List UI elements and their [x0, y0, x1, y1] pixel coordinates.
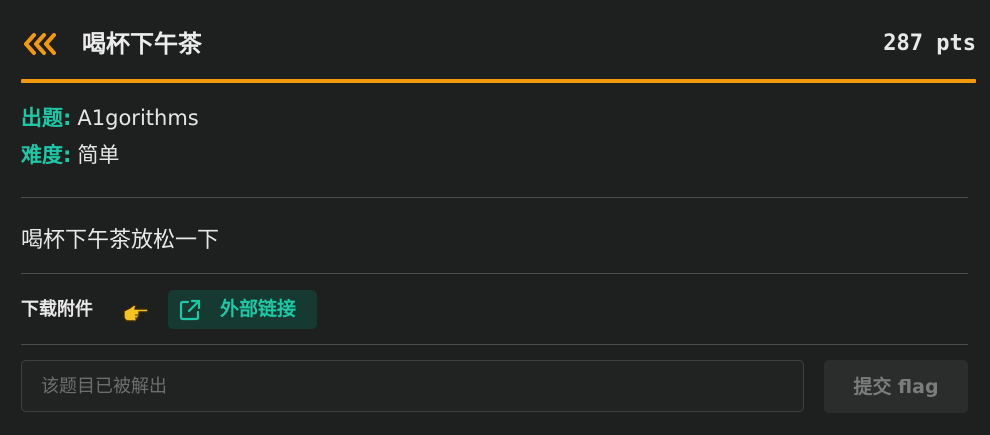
submit-flag-button[interactable]: 提交 flag	[824, 360, 968, 413]
challenge-title: 喝杯下午茶	[82, 30, 202, 58]
challenge-header: 喝杯下午茶 287 pts	[21, 22, 976, 68]
challenge-panel: 喝杯下午茶 287 pts 出题: A1gorithms 难度: 简单 喝杯下午茶放…	[0, 0, 990, 435]
hand-pointing-right-icon	[123, 304, 149, 323]
divider	[21, 273, 968, 274]
header-accent-bar	[21, 79, 976, 83]
attachments-label: 下载附件	[21, 299, 93, 320]
flag-input[interactable]	[21, 360, 804, 412]
author-value: A1gorithms	[77, 106, 199, 130]
author-label: 出题:	[21, 106, 72, 130]
triple-chevron-left-icon[interactable]	[22, 32, 62, 56]
external-link-label: 外部链接	[220, 298, 297, 320]
difficulty-label: 难度:	[21, 143, 72, 167]
challenge-description: 喝杯下午茶放松一下	[21, 228, 220, 253]
external-link-icon	[179, 299, 201, 321]
divider	[21, 344, 968, 345]
external-link-button[interactable]: 外部链接	[168, 290, 317, 329]
difficulty-value: 简单	[77, 143, 120, 167]
difficulty-row: 难度: 简单	[21, 141, 119, 169]
challenge-points: 287 pts	[883, 31, 976, 56]
author-row: 出题: A1gorithms	[21, 104, 199, 132]
divider	[21, 197, 968, 198]
